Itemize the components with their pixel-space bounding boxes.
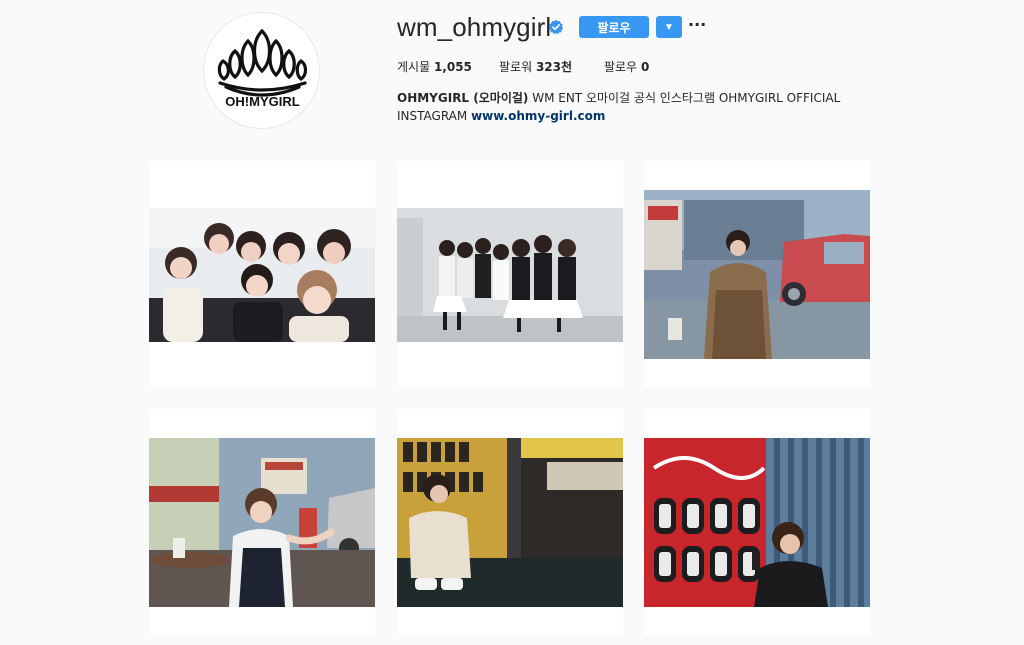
post-tile[interactable] (149, 409, 375, 635)
post-image-drive-in-diner (149, 438, 375, 607)
post-image-parking-lot (644, 190, 870, 359)
post-image-group-selfie (149, 208, 375, 342)
ohmygirl-logo: OH!MYGIRL (217, 28, 308, 109)
more-options-button[interactable]: ··· (688, 14, 706, 36)
posts-value: 1,055 (433, 60, 472, 74)
bio-full-name: OHMYGIRL (오마이걸) (397, 91, 529, 105)
verified-badge-icon (548, 19, 564, 35)
suggestions-dropdown-button[interactable]: ▼ (656, 16, 682, 38)
post-image-group-backstage (397, 208, 623, 342)
post-tile[interactable] (149, 161, 375, 387)
chevron-down-icon: ▼ (664, 21, 674, 33)
follow-button[interactable]: 팔로우 (579, 16, 649, 38)
posts-label: 게시물 (397, 60, 431, 74)
profile-bio: OHMYGIRL (오마이걸) WM ENT 오마이걸 공식 인스타그램 OHM… (397, 89, 857, 125)
bio-website-link[interactable]: www.ohmy-girl.com (471, 109, 605, 123)
followers-count[interactable]: 팔로워 323천 (499, 58, 572, 75)
followers-value: 323천 (535, 60, 573, 74)
post-image-yellow-wall (397, 438, 623, 607)
post-tile[interactable] (397, 409, 623, 635)
following-label: 팔로우 (604, 60, 638, 74)
ellipsis-icon: ··· (688, 15, 707, 34)
post-tile[interactable] (644, 409, 870, 635)
profile-username: wm_ohmygirl (397, 12, 552, 42)
post-tile[interactable] (397, 161, 623, 387)
post-image-vending-machine (644, 438, 870, 607)
post-tile[interactable] (644, 161, 870, 387)
following-count[interactable]: 팔로우 0 (604, 58, 649, 75)
followers-label: 팔로워 (499, 60, 533, 74)
following-value: 0 (640, 60, 650, 74)
svg-text:OH!MYGIRL: OH!MYGIRL (225, 94, 299, 109)
posts-count: 게시물 1,055 (397, 58, 472, 75)
profile-avatar[interactable]: OH!MYGIRL (203, 12, 320, 129)
